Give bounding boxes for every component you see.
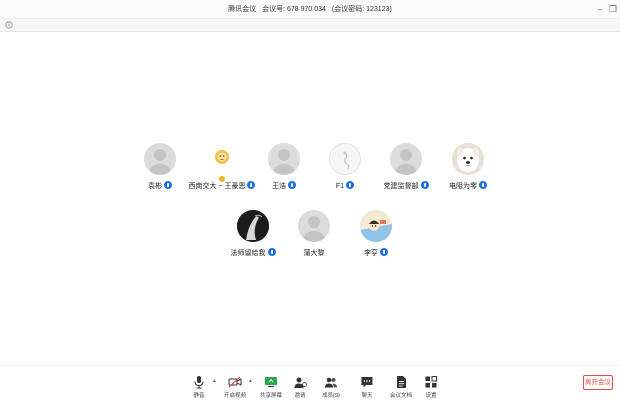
avatar	[452, 143, 484, 175]
settings-button[interactable]: 设置	[414, 375, 448, 399]
members-icon	[325, 377, 337, 388]
mic-icon	[380, 248, 388, 256]
participant-name: 李亨	[364, 250, 378, 257]
members-button[interactable]: 成员(9)	[314, 375, 348, 399]
mute-label: 静音	[193, 393, 205, 399]
avatar	[390, 143, 422, 175]
participant-name: 西南交大 ~ 王豪恩	[188, 183, 246, 190]
meeting-docs-label: 会议文档	[389, 393, 412, 399]
participant-grid: 袁彬 西南交大 ~ 王豪恩 王浩 F1 党建监督部 电阻为零 法师留给我 蒲大黎…	[0, 33, 620, 365]
microphone-icon	[194, 376, 204, 389]
mic-icon	[288, 181, 296, 189]
meeting-password: (会议密码: 123123)	[331, 6, 392, 13]
participant-name: 袁彬	[148, 183, 162, 190]
restore-icon[interactable]: ❐	[607, 3, 619, 15]
avatar	[329, 143, 361, 175]
meeting-toolbar: 静音 ▲ 开启视频 ▲ 共享屏幕 邀请 成员(9) 聊天 会议文档 设置	[0, 365, 620, 400]
mic-icon	[164, 181, 172, 189]
participant-name-row: 电阻为零	[428, 181, 508, 191]
video-off-icon	[228, 376, 242, 388]
members-label: 成员(9)	[322, 393, 340, 399]
mic-icon	[346, 181, 355, 189]
share-screen-icon	[265, 377, 277, 387]
title-bar: 腾讯会议 会议号: 678 970 034 (会议密码: 123123) – ❐	[0, 0, 620, 19]
avatar	[206, 143, 238, 175]
avatar	[360, 210, 392, 242]
avatar	[237, 210, 269, 242]
avatar	[298, 210, 330, 242]
chat-icon	[361, 377, 373, 388]
invite-user-icon	[294, 377, 307, 388]
participant-name: 王浩	[272, 183, 286, 190]
start-video-button[interactable]: 开启视频	[218, 375, 252, 399]
chat-label: 聊天	[361, 393, 373, 399]
participant-tile[interactable]: 李亨	[336, 210, 416, 270]
participant-name: 党建监督部	[383, 183, 419, 190]
participant-name: 电阻为零	[449, 183, 477, 190]
participant-name: F1	[335, 183, 345, 190]
settings-grid-icon	[425, 376, 437, 388]
chat-button[interactable]: 聊天	[350, 375, 384, 399]
leave-meeting-button[interactable]: 离开会议	[583, 375, 613, 390]
mute-button[interactable]: 静音	[182, 375, 216, 399]
mic-icon	[479, 181, 487, 189]
info-icon[interactable]	[5, 21, 13, 29]
invite-label: 邀请	[294, 393, 306, 399]
app-name: 腾讯会议	[228, 6, 257, 13]
mute-options-chevron-icon[interactable]: ▲	[212, 378, 217, 384]
start-video-label: 开启视频	[223, 393, 246, 399]
participant-tile[interactable]: 电阻为零	[428, 143, 508, 203]
video-options-chevron-icon[interactable]: ▲	[248, 378, 253, 384]
invite-button[interactable]: 邀请	[283, 375, 317, 399]
meeting-docs-button[interactable]: 会议文档	[384, 375, 418, 399]
avatar	[268, 143, 300, 175]
document-icon	[397, 376, 406, 388]
avatar	[144, 143, 176, 175]
meeting-id: 会议号: 678 970 034	[262, 6, 326, 13]
info-bar	[0, 19, 620, 32]
window-title: 腾讯会议 会议号: 678 970 034 (会议密码: 123123)	[0, 4, 620, 14]
participant-name-row: 李亨	[336, 248, 416, 258]
participant-name: 蒲大黎	[303, 250, 325, 257]
participant-name: 法师留给我	[230, 250, 266, 257]
minimize-icon[interactable]: –	[594, 3, 606, 15]
settings-label: 设置	[425, 393, 437, 399]
